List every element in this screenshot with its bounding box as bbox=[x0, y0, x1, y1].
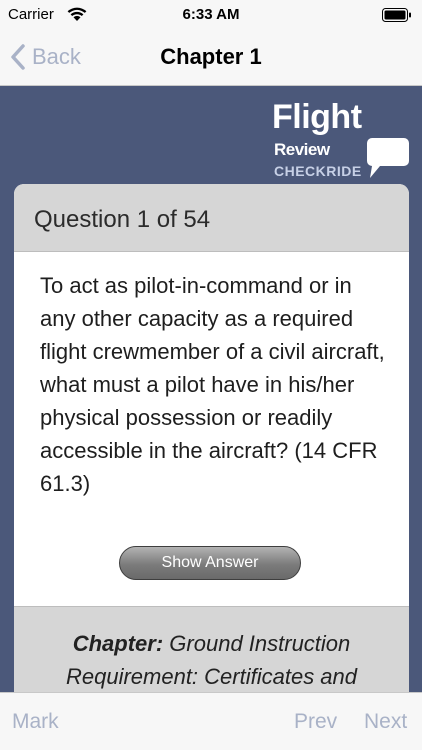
show-answer-button[interactable]: Show Answer bbox=[119, 546, 301, 580]
mark-button[interactable]: Mark bbox=[12, 710, 59, 734]
question-text: To act as pilot-in-command or in any oth… bbox=[40, 273, 385, 496]
battery-icon bbox=[382, 8, 411, 22]
question-card: Question 1 of 54 To act as pilot-in-comm… bbox=[14, 184, 409, 692]
status-time: 6:33 AM bbox=[182, 6, 240, 23]
logo-checkride-text: CHECKRIDE bbox=[274, 163, 362, 179]
status-bar: Carrier 6:33 AM bbox=[0, 0, 422, 30]
bottom-toolbar: Mark Prev Next bbox=[0, 692, 422, 750]
prev-button[interactable]: Prev bbox=[294, 710, 337, 734]
question-header: Question 1 of 54 bbox=[14, 184, 409, 252]
logo-review-text: Review bbox=[274, 140, 330, 159]
flight-review-logo: Flight Review CHECKRIDE bbox=[270, 98, 412, 180]
chapter-label: Chapter: bbox=[72, 631, 164, 656]
next-button[interactable]: Next bbox=[364, 710, 407, 734]
speech-bubble-icon bbox=[367, 138, 409, 178]
main-content: Flight Review CHECKRIDE Question 1 of 54… bbox=[0, 86, 422, 692]
page-title: Chapter 1 bbox=[160, 44, 262, 69]
chapter-section: Chapter: Ground Instruction Requirement:… bbox=[14, 606, 409, 692]
logo-flight-text: Flight bbox=[272, 98, 362, 136]
navigation-bar: Back Chapter 1 bbox=[0, 30, 422, 86]
